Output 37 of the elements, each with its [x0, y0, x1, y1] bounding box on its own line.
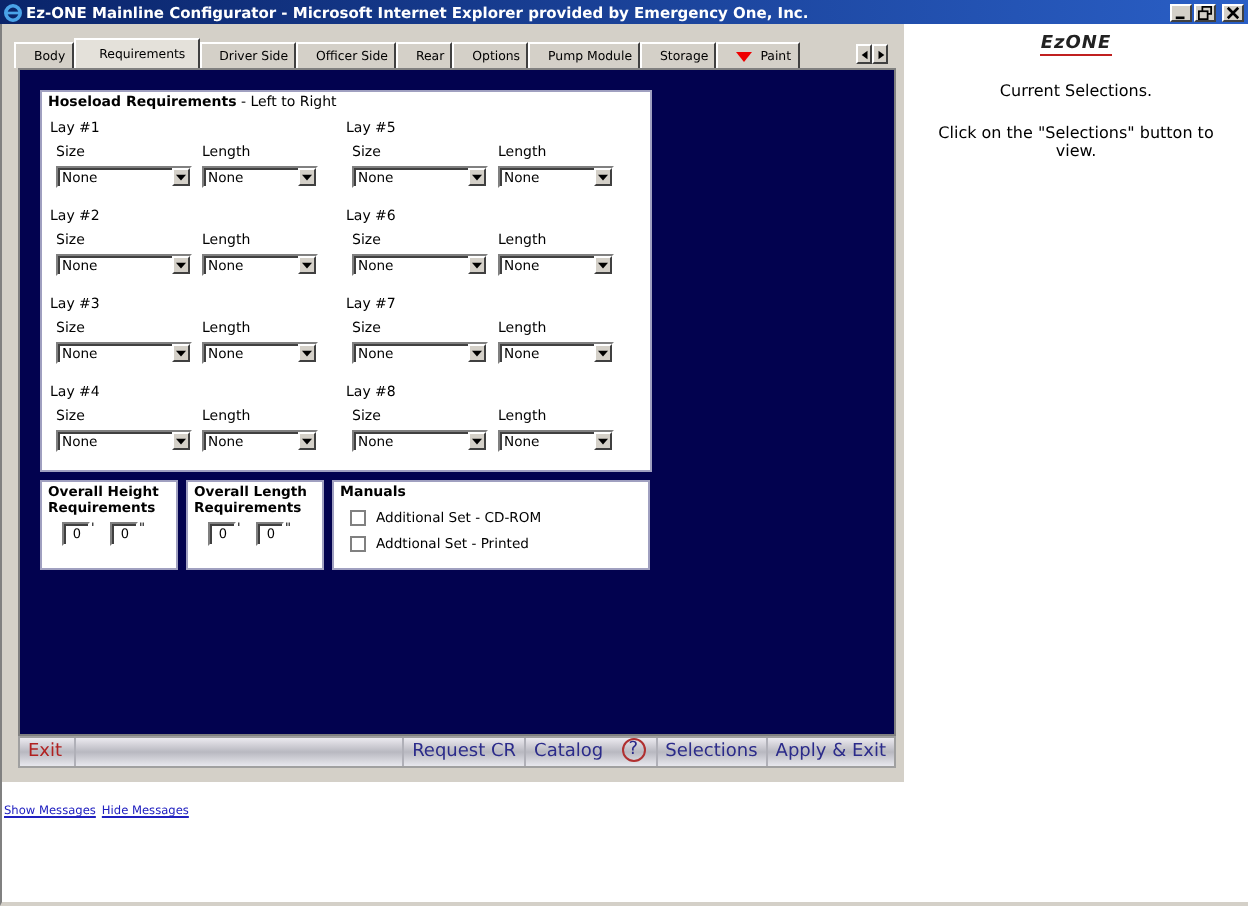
exit-button[interactable]: Exit: [20, 738, 77, 766]
caret-icon: [176, 437, 186, 445]
caret-icon: [472, 261, 482, 269]
toolbar-button[interactable]: Request CR: [402, 738, 525, 766]
caret-icon: [176, 261, 186, 269]
caret-icon: [472, 437, 482, 445]
right-arrow-icon: [875, 49, 885, 59]
caret-icon: [302, 173, 312, 181]
help-button[interactable]: ?: [621, 738, 646, 762]
caret-icon: [302, 437, 312, 445]
checkbox[interactable]: [350, 510, 366, 526]
minimize-button[interactable]: [1170, 3, 1192, 21]
scroll-right-button[interactable]: [872, 44, 888, 64]
caret-icon: [302, 349, 312, 357]
checkbox[interactable]: [350, 536, 366, 552]
scroll-left-button[interactable]: [856, 44, 872, 64]
caret-icon: [598, 437, 608, 445]
caret-icon: [598, 349, 608, 357]
selections-hint: Click on the "Selections" button to view.: [936, 124, 1216, 160]
caret-icon: [472, 173, 482, 181]
toolbar-button[interactable]: Apply & Exit: [765, 738, 894, 766]
caret-icon: [598, 261, 608, 269]
logo: EzONE: [1040, 36, 1112, 56]
caret-icon: [472, 349, 482, 357]
caret-icon: [598, 173, 608, 181]
caret-icon: [176, 349, 186, 357]
browser-icon: [4, 3, 22, 21]
caret-icon: [176, 173, 186, 181]
restore-icon: [1198, 5, 1212, 19]
left-arrow-icon: [859, 49, 869, 59]
selections-heading: Current Selections.: [997, 82, 1155, 100]
caret-icon: [302, 261, 312, 269]
toolbar-button[interactable]: Catalog: [524, 738, 612, 766]
restore-button[interactable]: [1194, 3, 1216, 21]
close-button[interactable]: [1222, 3, 1244, 21]
close-icon: [1226, 5, 1240, 19]
toolbar-button[interactable]: Selections: [655, 738, 766, 766]
